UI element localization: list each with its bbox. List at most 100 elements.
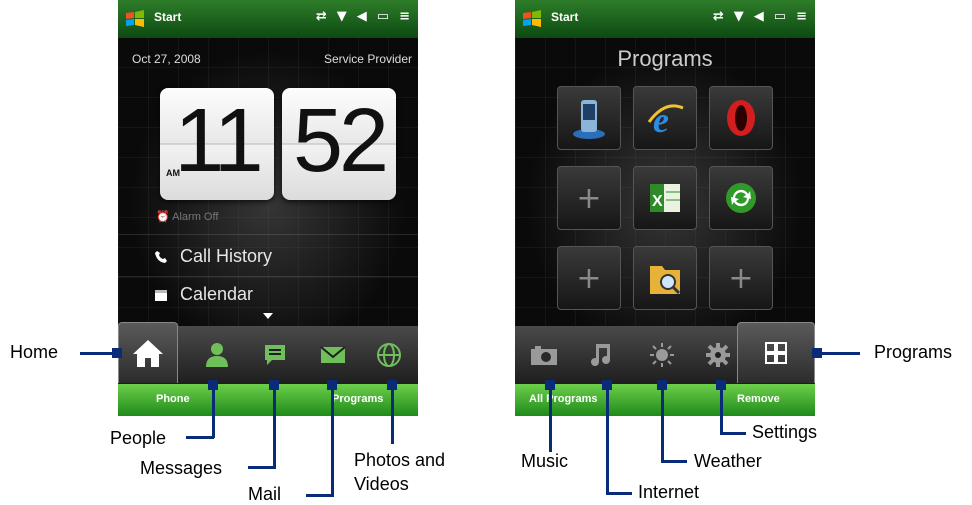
music-icon — [591, 344, 610, 366]
sync-icon — [726, 183, 756, 213]
program-tile-internet-explorer[interactable]: e — [633, 86, 697, 150]
programs-screen: Start ⇄ ▼ ◀ ▭ ≡ Programs e + X + + All P… — [515, 0, 815, 416]
excel-icon: X — [650, 184, 680, 212]
callout-line — [331, 386, 334, 496]
softkey-all-programs[interactable]: All Programs — [529, 393, 597, 405]
file-search-icon — [650, 266, 681, 295]
calendar-label: Calendar — [180, 284, 254, 304]
callout-line — [661, 386, 664, 462]
phone-app-icon — [573, 100, 605, 139]
connectivity-icon[interactable]: ⇄ — [316, 9, 327, 24]
people-icon — [206, 343, 228, 367]
program-tile-file-search[interactable] — [633, 246, 697, 310]
camera-icon — [531, 346, 557, 365]
svg-text:X: X — [652, 193, 663, 210]
callout-photos-videos: Photos and Videos — [354, 450, 446, 494]
call-history-row[interactable]: Call History — [154, 246, 272, 267]
scroll-down-icon[interactable] — [263, 313, 273, 319]
callout-line — [606, 492, 632, 495]
battery-icon[interactable]: ▭ — [377, 9, 389, 24]
callout-messages: Messages — [140, 458, 223, 478]
callout-line — [80, 352, 116, 355]
status-icons: ⇄ ▼ ◀ ▭ ≡ — [316, 9, 410, 24]
tab-weather[interactable] — [633, 326, 691, 384]
callout-programs: Programs — [874, 342, 953, 362]
clock-minute-card[interactable]: 52 — [282, 88, 396, 200]
start-label[interactable]: Start — [154, 10, 181, 24]
menu-icon[interactable]: ≡ — [399, 9, 410, 24]
connectivity-icon[interactable]: ⇄ — [713, 9, 724, 24]
program-tile-empty[interactable]: + — [557, 166, 621, 230]
alarm-status[interactable]: ⏰ Alarm Off — [156, 210, 218, 223]
home-icon — [133, 340, 163, 367]
tab-bar — [515, 322, 815, 384]
softkey-programs[interactable]: Programs — [332, 393, 383, 405]
clock-ampm: AM — [166, 168, 180, 178]
callout-line — [549, 386, 552, 452]
clock-hour-card[interactable]: 11 AM — [160, 88, 274, 200]
battery-icon[interactable]: ▭ — [774, 9, 786, 24]
globe-icon — [377, 343, 401, 367]
menu-icon[interactable]: ≡ — [796, 9, 807, 24]
sun-icon — [650, 343, 674, 367]
callout-line — [306, 494, 334, 497]
callout-line — [186, 436, 214, 439]
divider — [118, 234, 418, 235]
status-icons: ⇄ ▼ ◀ ▭ ≡ — [713, 9, 807, 24]
tab-photos[interactable] — [515, 326, 573, 384]
plus-icon: + — [576, 180, 602, 216]
messages-icon — [265, 345, 285, 365]
program-tile-opera[interactable] — [709, 86, 773, 150]
callout-line — [273, 386, 276, 468]
volume-icon[interactable]: ◀ — [754, 9, 764, 24]
calendar-row[interactable]: Calendar — [154, 284, 253, 305]
programs-title: Programs — [617, 46, 713, 71]
tab-people[interactable] — [188, 326, 246, 384]
tab-programs[interactable] — [737, 322, 815, 383]
program-tile-empty[interactable]: + — [709, 246, 773, 310]
tab-mail[interactable] — [304, 326, 362, 384]
divider — [118, 276, 418, 277]
title-bar: Start ⇄ ▼ ◀ ▭ ≡ — [118, 0, 418, 38]
settings-icon — [706, 343, 730, 367]
softkey-remove[interactable]: Remove — [737, 393, 780, 405]
tab-messages[interactable] — [246, 326, 304, 384]
program-tile-empty[interactable]: + — [557, 246, 621, 310]
volume-icon[interactable]: ◀ — [357, 9, 367, 24]
calendar-icon — [155, 289, 167, 301]
program-tile-phone[interactable] — [557, 86, 621, 150]
program-tile-sync[interactable] — [709, 166, 773, 230]
tab-home[interactable] — [118, 322, 178, 383]
callout-music: Music — [521, 451, 569, 471]
callout-line — [818, 352, 860, 355]
tab-internet[interactable] — [360, 326, 418, 384]
windows-start-icon[interactable] — [521, 8, 543, 30]
plus-icon: + — [728, 260, 754, 296]
callout-weather: Weather — [694, 451, 762, 471]
phone-icon — [155, 250, 167, 263]
clock-minute: 52 — [292, 91, 389, 191]
callout-line — [720, 386, 723, 434]
callout-line — [720, 432, 746, 435]
callout-marker — [112, 348, 122, 358]
callout-line — [661, 460, 687, 463]
date-label: Oct 27, 2008 — [132, 52, 201, 66]
callout-line — [606, 386, 609, 494]
mail-icon — [320, 346, 346, 363]
start-label[interactable]: Start — [551, 10, 578, 24]
internet-explorer-icon: e — [647, 100, 684, 138]
program-tile-excel[interactable]: X — [633, 166, 697, 230]
callout-mail: Mail — [248, 484, 282, 504]
softkey-phone[interactable]: Phone — [156, 393, 190, 405]
windows-start-icon[interactable] — [124, 8, 146, 30]
soft-key-bar: Phone Programs — [118, 384, 418, 416]
home-screen: Start ⇄ ▼ ◀ ▭ ≡ Oct 27, 2008 Service Pro… — [118, 0, 418, 416]
callout-people: People — [110, 428, 167, 448]
signal-icon[interactable]: ▼ — [734, 9, 744, 24]
alarm-label: Alarm Off — [172, 211, 219, 223]
signal-icon[interactable]: ▼ — [337, 9, 347, 24]
callout-line — [212, 386, 215, 438]
tab-music[interactable] — [573, 326, 631, 384]
call-history-label: Call History — [180, 246, 273, 266]
callout-home: Home — [10, 342, 59, 362]
